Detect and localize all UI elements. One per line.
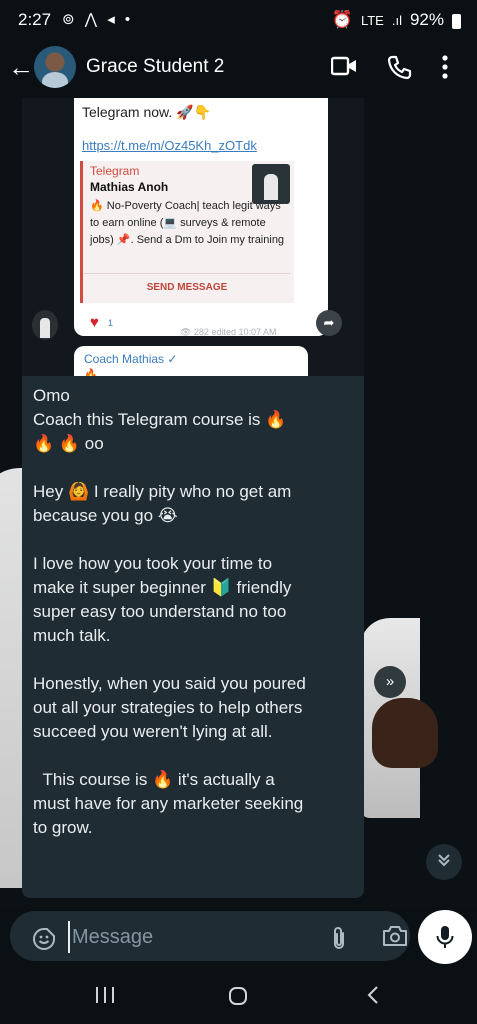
signal-icon: .ıl bbox=[391, 12, 402, 28]
contact-name[interactable]: Grace Student 2 bbox=[86, 56, 224, 78]
screenshot-next-preview: 🔥 ... bbox=[84, 369, 110, 376]
screenshot-link: https://t.me/m/Oz45Kh_zOTdk bbox=[82, 138, 257, 153]
back-arrow-icon[interactable]: ← bbox=[8, 52, 34, 82]
screenshot-avatar bbox=[32, 310, 58, 340]
forwarded-screenshot-image[interactable]: Telegram now. 🚀👇 https://t.me/m/Oz45Kh_z… bbox=[22, 98, 364, 376]
more-options-icon[interactable] bbox=[441, 54, 449, 85]
preview-description: 🔥 No-Poverty Coach| teach legit ways to … bbox=[90, 200, 285, 246]
chat-area[interactable]: Telegram now. 🚀👇 https://t.me/m/Oz45Kh_z… bbox=[0, 98, 477, 908]
camera-icon[interactable] bbox=[382, 925, 408, 952]
video-call-icon[interactable] bbox=[330, 54, 357, 83]
alarm-icon: ⏰ bbox=[331, 10, 353, 29]
scroll-down-icon[interactable] bbox=[426, 844, 462, 880]
avatar[interactable] bbox=[34, 46, 76, 88]
attach-icon[interactable] bbox=[330, 925, 348, 956]
battery-percent: 92% bbox=[409, 10, 444, 29]
screenshot-next-sender: Coach Mathias ✓ bbox=[84, 352, 178, 366]
status-right-group: ⏰ LTE .ıl 92% bbox=[332, 10, 461, 30]
screenshot-text: Telegram now. 🚀👇 bbox=[82, 104, 212, 120]
chat-header: ← Grace Student 2 bbox=[0, 40, 477, 98]
mic-button[interactable] bbox=[418, 910, 472, 964]
message-input[interactable] bbox=[68, 921, 308, 953]
preview-divider bbox=[84, 273, 290, 274]
reaction-count: 1 bbox=[108, 318, 114, 328]
home-icon[interactable] bbox=[228, 986, 248, 1011]
preview-source: Telegram bbox=[90, 164, 140, 178]
mic-icon bbox=[436, 926, 454, 948]
composer bbox=[0, 908, 477, 964]
status-time: 2:27 bbox=[18, 10, 52, 29]
emoji-icon[interactable] bbox=[32, 927, 56, 956]
preview-thumbnail bbox=[252, 164, 290, 204]
status-bar: 2:27 ⊚ ⋀ ◂ • ⏰ LTE .ıl 92% bbox=[0, 0, 477, 40]
voice-call-icon[interactable] bbox=[386, 54, 412, 85]
preview-name: Mathias Anoh bbox=[90, 180, 169, 194]
message-text: Omo Coach this Telegram course is 🔥 🔥 🔥 … bbox=[33, 386, 306, 837]
notification-icons: ⊚ ⋀ ◂ • bbox=[62, 11, 134, 28]
recent-apps-icon[interactable] bbox=[94, 986, 116, 1009]
heart-reaction-icon: ♥ bbox=[90, 314, 99, 331]
nav-back-icon[interactable] bbox=[366, 985, 380, 1010]
wallpaper-hand bbox=[372, 698, 438, 768]
lte-indicator: LTE bbox=[360, 12, 384, 28]
message-input-container bbox=[10, 911, 410, 961]
battery-icon bbox=[452, 13, 461, 29]
preview-action: SEND MESSAGE bbox=[146, 282, 228, 293]
screenshot-forward-icon: ➦ bbox=[316, 310, 342, 336]
screenshot-meta: 👁 282 edited 10:07 AM bbox=[180, 327, 277, 337]
system-nav-bar bbox=[0, 964, 477, 1024]
forward-icon[interactable]: » bbox=[374, 666, 406, 698]
